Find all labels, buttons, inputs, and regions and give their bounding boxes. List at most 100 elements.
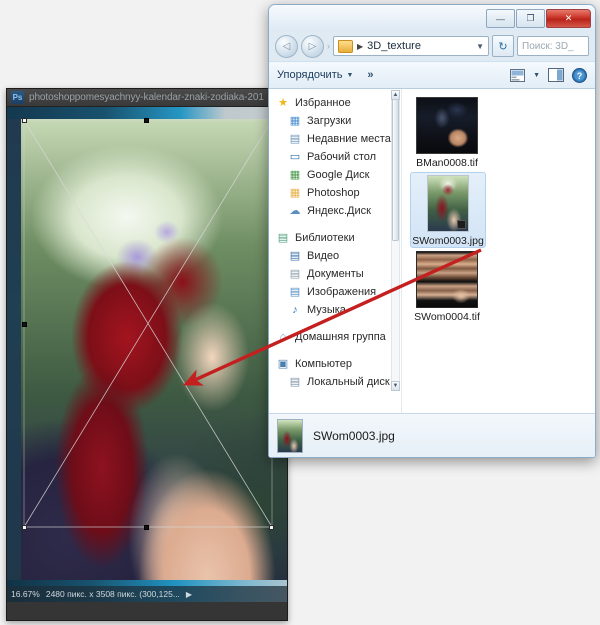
sidebar-item-downloads[interactable]: ▦ Загрузки (274, 112, 401, 130)
local-disk-icon: ▤ (289, 375, 301, 388)
sidebar-item-homegroup[interactable]: ⌂ Домашняя группа (274, 328, 401, 346)
photoshop-canvas[interactable]: 16.67% 2480 пикс. x 3508 пикс. (300,125.… (7, 107, 287, 602)
toolbar-overflow-button[interactable]: » (367, 69, 373, 81)
folder-icon (338, 39, 353, 53)
sidebar-label: Библиотеки (295, 232, 355, 244)
navigation-pane[interactable]: ★ Избранное ▦ Загрузки ▤ Недавние места … (269, 89, 402, 457)
details-file-name: SWom0003.jpg (313, 428, 395, 443)
organize-button[interactable]: Упорядочить ▼ (277, 69, 353, 81)
transform-handle-middle-left[interactable] (22, 322, 27, 327)
breadcrumb-path[interactable]: 3D_texture (367, 40, 472, 52)
transform-handle-top-center[interactable] (144, 118, 149, 123)
sidebar-label: Видео (307, 250, 340, 262)
sidebar-item-photoshop[interactable]: ▦ Photoshop (274, 184, 401, 202)
sidebar-label: Photoshop (307, 187, 360, 199)
explorer-window[interactable]: — ❐ ✕ ◁ ▷ › ▶ 3D_texture ▼ ↻ Поиск: 3D_ … (268, 4, 596, 458)
organize-label: Упорядочить (277, 69, 343, 81)
transform-handle-bottom-left[interactable] (22, 525, 27, 530)
refresh-button[interactable]: ↻ (492, 35, 514, 57)
downloads-folder-icon: ▦ (289, 114, 301, 127)
zoom-level[interactable]: 16.67% (11, 589, 40, 599)
file-name: BMan0008.tif (416, 157, 478, 169)
navigation-tree: ★ Избранное ▦ Загрузки ▤ Недавние места … (269, 89, 401, 391)
sidebar-label: Недавние места (307, 133, 391, 145)
back-button[interactable]: ◁ (275, 34, 298, 58)
transform-handle-bottom-center[interactable] (144, 525, 149, 530)
documents-library-icon: ▤ (289, 267, 301, 280)
file-name: SWom0004.tif (414, 311, 480, 323)
homegroup-icon: ⌂ (279, 330, 287, 343)
star-icon: ★ (278, 96, 288, 109)
sidebar-item-libraries[interactable]: ▤ Библиотеки (274, 229, 401, 247)
details-thumbnail (277, 418, 303, 453)
photoshop-window[interactable]: Ps photoshoppomesyachnyy-kalendar-znaki-… (6, 88, 288, 621)
explorer-body: ★ Избранное ▦ Загрузки ▤ Недавние места … (269, 89, 595, 457)
man-portrait-thumbnail (416, 96, 478, 154)
sidebar-scrollbar[interactable] (391, 91, 400, 391)
breadcrumb-arrow-icon: ▶ (357, 41, 364, 51)
status-expand-arrow-icon[interactable]: ▶ (186, 590, 192, 599)
sidebar-item-video[interactable]: ▤ Видео (274, 247, 401, 265)
sidebar-scrollbar-thumb[interactable] (392, 93, 399, 241)
sidebar-item-desktop[interactable]: ▭ Рабочий стол (274, 148, 401, 166)
sidebar-label: Изображения (307, 286, 377, 298)
preview-pane-icon[interactable] (548, 68, 564, 82)
google-drive-folder-icon: ▦ (289, 168, 301, 181)
sidebar-label: Google Диск (307, 169, 370, 181)
window-controls: — ❐ ✕ (486, 9, 591, 28)
chevron-down-icon[interactable]: ▼ (476, 42, 484, 51)
libraries-icon: ▤ (277, 231, 289, 244)
sidebar-item-google-drive[interactable]: ▦ Google Диск (274, 166, 401, 184)
help-icon[interactable]: ? (572, 67, 587, 83)
photoshop-titlebar[interactable]: Ps photoshoppomesyachnyy-kalendar-znaki-… (7, 89, 287, 107)
sidebar-label: Компьютер (295, 358, 352, 370)
pictures-library-icon: ▤ (289, 285, 301, 298)
svg-text:?: ? (577, 71, 583, 81)
file-item-swom0003[interactable]: SWom0003.jpg (410, 172, 486, 248)
recent-places-icon: ▤ (289, 132, 301, 145)
file-item-bman0008[interactable]: BMan0008.tif (410, 95, 484, 169)
search-input[interactable]: Поиск: 3D_ (517, 36, 589, 56)
thumbnail-box (415, 173, 481, 233)
sidebar-label: Яндекс.Диск (307, 205, 371, 217)
sidebar-item-recent-places[interactable]: ▤ Недавние места (274, 130, 401, 148)
video-library-icon: ▤ (289, 249, 301, 262)
computer-icon: ▣ (277, 357, 289, 370)
file-item-swom0004[interactable]: SWom0004.tif (410, 249, 484, 323)
sidebar-item-pictures[interactable]: ▤ Изображения (274, 283, 401, 301)
yandex-disk-icon: ☁ (289, 204, 301, 217)
sidebar-item-yandex-disk[interactable]: ☁ Яндекс.Диск (274, 202, 401, 220)
document-dimensions: 2480 пикс. x 3508 пикс. (300,125... (45, 589, 180, 599)
skin-texture-strips-thumbnail (416, 250, 478, 308)
folder-icon: ▦ (289, 186, 301, 199)
sidebar-label: Музыка (307, 304, 346, 316)
photoshop-ps-icon: Ps (11, 91, 24, 104)
details-pane: SWom0003.jpg (269, 413, 595, 457)
address-bar[interactable]: ▶ 3D_texture ▼ (333, 36, 489, 56)
transform-handle-bottom-right[interactable] (269, 525, 274, 530)
explorer-titlebar[interactable]: — ❐ ✕ (269, 5, 595, 31)
sidebar-item-local-disk[interactable]: ▤ Локальный диск (274, 373, 401, 391)
scroll-up-arrow-icon[interactable]: ▲ (391, 90, 400, 100)
sidebar-item-music[interactable]: ♪ Музыка (274, 301, 401, 319)
chevron-down-icon: ▼ (346, 71, 354, 79)
music-library-icon: ♪ (292, 303, 298, 316)
scroll-down-arrow-icon[interactable]: ▼ (391, 381, 400, 391)
sidebar-item-documents[interactable]: ▤ Документы (274, 265, 401, 283)
close-button[interactable]: ✕ (546, 9, 591, 28)
sidebar-item-favorites[interactable]: ★ Избранное (274, 94, 401, 112)
file-list-pane[interactable]: BMan0008.tif SWom0003.jpg SWom0004.tif (402, 89, 595, 457)
maximize-button[interactable]: ❐ (516, 9, 545, 28)
sidebar-item-computer[interactable]: ▣ Компьютер (274, 355, 401, 373)
transform-handle-top-left[interactable] (22, 118, 27, 123)
nav-separator-icon: › (327, 41, 330, 51)
red-hair-woman-thumbnail (427, 174, 469, 232)
forward-button[interactable]: ▷ (301, 34, 324, 58)
photoshop-status-bar: 16.67% 2480 пикс. x 3508 пикс. (300,125.… (7, 586, 287, 602)
view-layout-icon[interactable] (510, 68, 526, 82)
minimize-button[interactable]: — (486, 9, 515, 28)
chevron-down-icon[interactable]: ▼ (533, 72, 540, 79)
